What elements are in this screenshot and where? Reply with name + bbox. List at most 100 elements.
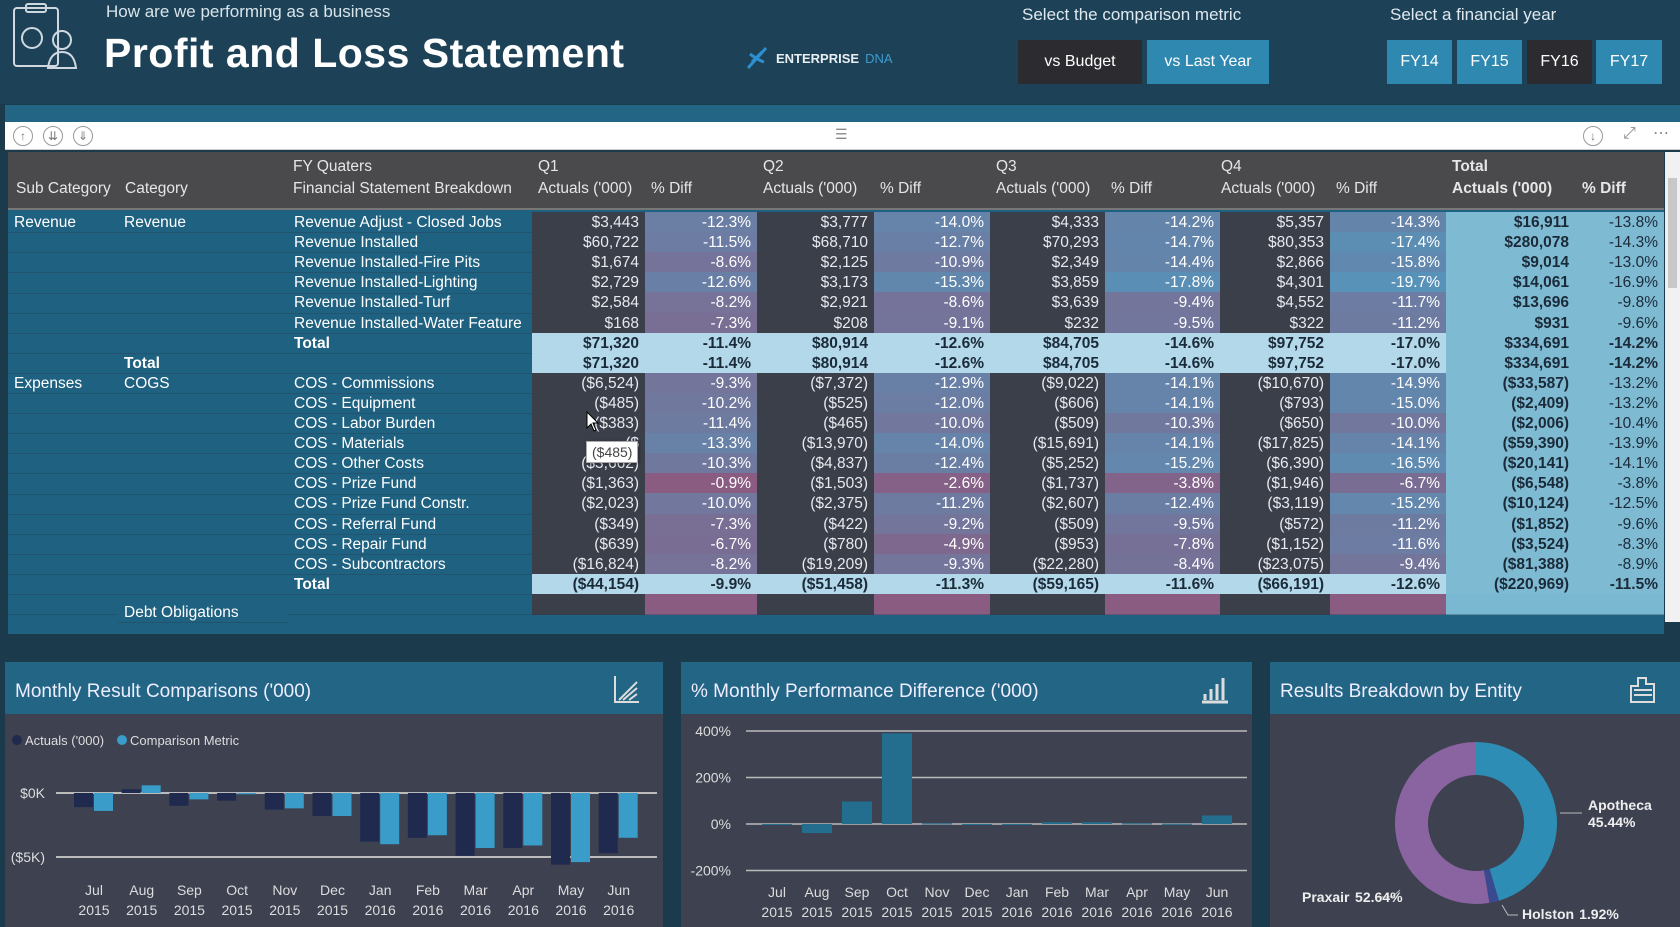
pct-diff-cell [1330,593,1446,616]
x-tick-label: Dec [965,884,990,900]
table-row[interactable]: Revenue Installed $60,722 -11.5% $68,710 -12… [8,232,1664,254]
table-scrollbar[interactable] [1665,152,1680,622]
header-q3[interactable]: Q3 [996,158,1017,176]
pct-diff-cell: -8.9% [1575,553,1664,575]
pct-diff-cell: -12.6% [645,272,757,294]
actuals-cell: ($349) [532,513,645,535]
header-q4-diff[interactable]: % Diff [1336,180,1377,198]
bar-comparison [284,793,304,809]
header-total-actuals[interactable]: Actuals ('000) [1452,180,1552,198]
pct-diff-cell: -15.2% [1330,493,1446,515]
x-tick-label: Nov [272,882,297,898]
actuals-cell: $334,691 [1446,352,1575,374]
cell-tooltip: ($485) [586,441,639,463]
bar-performance [882,733,912,824]
label-apotheca-pct: 45.44% [1588,814,1636,830]
header-q4-actuals[interactable]: Actuals ('000) [1221,180,1315,198]
table-row[interactable]: Debt Obligations [8,593,1664,624]
header-q3-actuals[interactable]: Actuals ('000) [996,180,1090,198]
header-category[interactable]: Category [125,180,188,198]
actuals-cell: ($639) [532,533,645,555]
pct-diff-cell: -10.0% [1330,413,1446,435]
table-row[interactable]: COS - Labor Burden ($383) -11.4% ($465) -10.… [8,413,1664,435]
line-item-cell: Revenue Installed-Fire Pits [288,252,532,274]
drill-down-icon[interactable]: ⇓ [73,126,93,146]
table-total-row[interactable]: Total ($44,154) -9.9% ($51,458) -11.3% ($59,1… [8,573,1664,596]
actuals-cell: $3,173 [757,272,874,294]
header-fsb[interactable]: Financial Statement Breakdown [293,180,512,198]
pct-diff-cell: -9.9% [645,573,757,596]
header-sub-category[interactable]: Sub Category [16,180,111,198]
bar-comparison [237,793,257,795]
sub-category-cell [8,433,118,455]
vs-last-year-button[interactable]: vs Last Year [1147,40,1269,84]
chart-hatch-icon [614,676,639,703]
pct-diff-cell: -6.7% [1330,473,1446,495]
bar-chart-icon [1202,678,1228,704]
x-tick-label: Aug [805,884,830,900]
header-q3-diff[interactable]: % Diff [1111,180,1152,198]
header-q2-diff[interactable]: % Diff [880,180,921,198]
table-row[interactable]: Revenue Installed-Fire Pits $1,674 -8.6% $2… [8,252,1664,274]
table-row[interactable]: Revenue Installed-Lighting $2,729 -12.6% $3… [8,272,1664,294]
table-row[interactable]: COS - Equipment ($485) -10.2% ($525) -12.0%(… [8,392,1664,415]
pct-diff-cell: -9.2% [874,513,990,535]
pct-diff-cell: -17.0% [1330,352,1446,374]
label-holston-pct: 1.92% [1579,906,1619,922]
vs-budget-button[interactable]: vs Budget [1018,40,1142,84]
actuals-cell: ($2,375) [757,493,874,515]
pct-diff-cell: -14.2% [1575,332,1664,354]
x-tick-label: Dec [320,882,345,898]
header-total-diff[interactable]: % Diff [1582,180,1626,198]
header-q2[interactable]: Q2 [763,158,784,176]
actuals-cell: $97,752 [1220,332,1330,354]
table-row[interactable]: Revenue Installed-Water Feature $168 -7.3%… [8,312,1664,334]
table-row[interactable]: COS - Repair Fund ($639) -6.7% ($780) -4.9%(… [8,533,1664,555]
pct-diff-cell: -12.6% [874,352,990,374]
table-total-row[interactable]: Total $71,320 -11.4% $80,914 -12.6% $84,705 -1… [8,332,1664,354]
bar-comparison [332,793,352,817]
x-tick-label: Jul [768,884,786,900]
drag-handle-icon[interactable]: ☰ [835,126,848,143]
table-row[interactable]: Revenue Installed-Turf $2,584 -8.2% $2,921-… [8,292,1664,314]
table-row[interactable]: Expenses COGS COS - Commissions ($6,524) -9.… [8,372,1664,395]
header-q1-actuals[interactable]: Actuals ('000) [538,180,632,198]
fy15-button[interactable]: FY15 [1457,40,1522,84]
pct-diff-cell: -9.5% [1105,312,1220,334]
more-options-icon[interactable]: ⋯ [1653,123,1669,143]
pct-diff-cell: -11.5% [1575,573,1664,596]
actuals-cell: ($2,409) [1446,392,1575,415]
fy17-button[interactable]: FY17 [1596,40,1662,84]
actuals-cell: ($422) [757,513,874,535]
table-total-row[interactable]: Total $71,320 -11.4% $80,914 -12.6% $84,705 -1… [8,352,1664,374]
bar-actuals [455,793,475,856]
drill-up-icon[interactable]: ↑ [13,126,33,146]
drill-mode-icon[interactable]: ↓ [1583,126,1603,146]
table-row[interactable]: COS - Prize Fund Constr. ($2,023) -10.0% ($… [8,493,1664,515]
monthly-result-chart: Actuals ('000) Comparison Metric $0K ($5K) J… [11,733,657,918]
pct-diff-cell: -9.6% [1575,312,1664,334]
scrollbar-thumb[interactable] [1668,178,1677,288]
focus-mode-icon[interactable]: ⤢ [1623,125,1636,143]
x-tick-label: Jul [85,882,103,898]
expand-all-icon[interactable]: ⇊ [43,126,63,146]
table-row[interactable]: COS - Referral Fund ($349) -7.3% ($422) -9.2… [8,513,1664,535]
table-row[interactable]: COS - Subcontractors ($16,824) -8.2% ($19,2… [8,553,1664,575]
table-row[interactable]: COS - Prize Fund ($1,363) -0.9% ($1,503) -2.… [8,473,1664,495]
table-row[interactable]: COS - Materials($-13.3%($13,970)-14.0%($… [8,433,1664,455]
monthly-result-panel: Monthly Result Comparisons ('000) Actual… [5,662,663,927]
pct-diff-cell: -15.3% [874,272,990,294]
category-cell [118,292,288,314]
header-q1-diff[interactable]: % Diff [651,180,692,198]
table-row[interactable]: Revenue Revenue Revenue Adjust - Closed Jo… [8,212,1664,234]
fy14-button[interactable]: FY14 [1387,40,1452,84]
table-row[interactable]: COS - Other Costs ($3,662) -10.3% ($4,837) -… [8,453,1664,475]
fy16-button[interactable]: FY16 [1527,40,1592,84]
header-q2-actuals[interactable]: Actuals ('000) [763,180,857,198]
header-q1[interactable]: Q1 [538,158,559,176]
clipboard-person-icon [13,3,78,69]
header-q4[interactable]: Q4 [1221,158,1242,176]
header-total[interactable]: Total [1452,158,1488,176]
actuals-cell: $931 [1446,312,1575,334]
actuals-cell: ($1,363) [532,473,645,495]
